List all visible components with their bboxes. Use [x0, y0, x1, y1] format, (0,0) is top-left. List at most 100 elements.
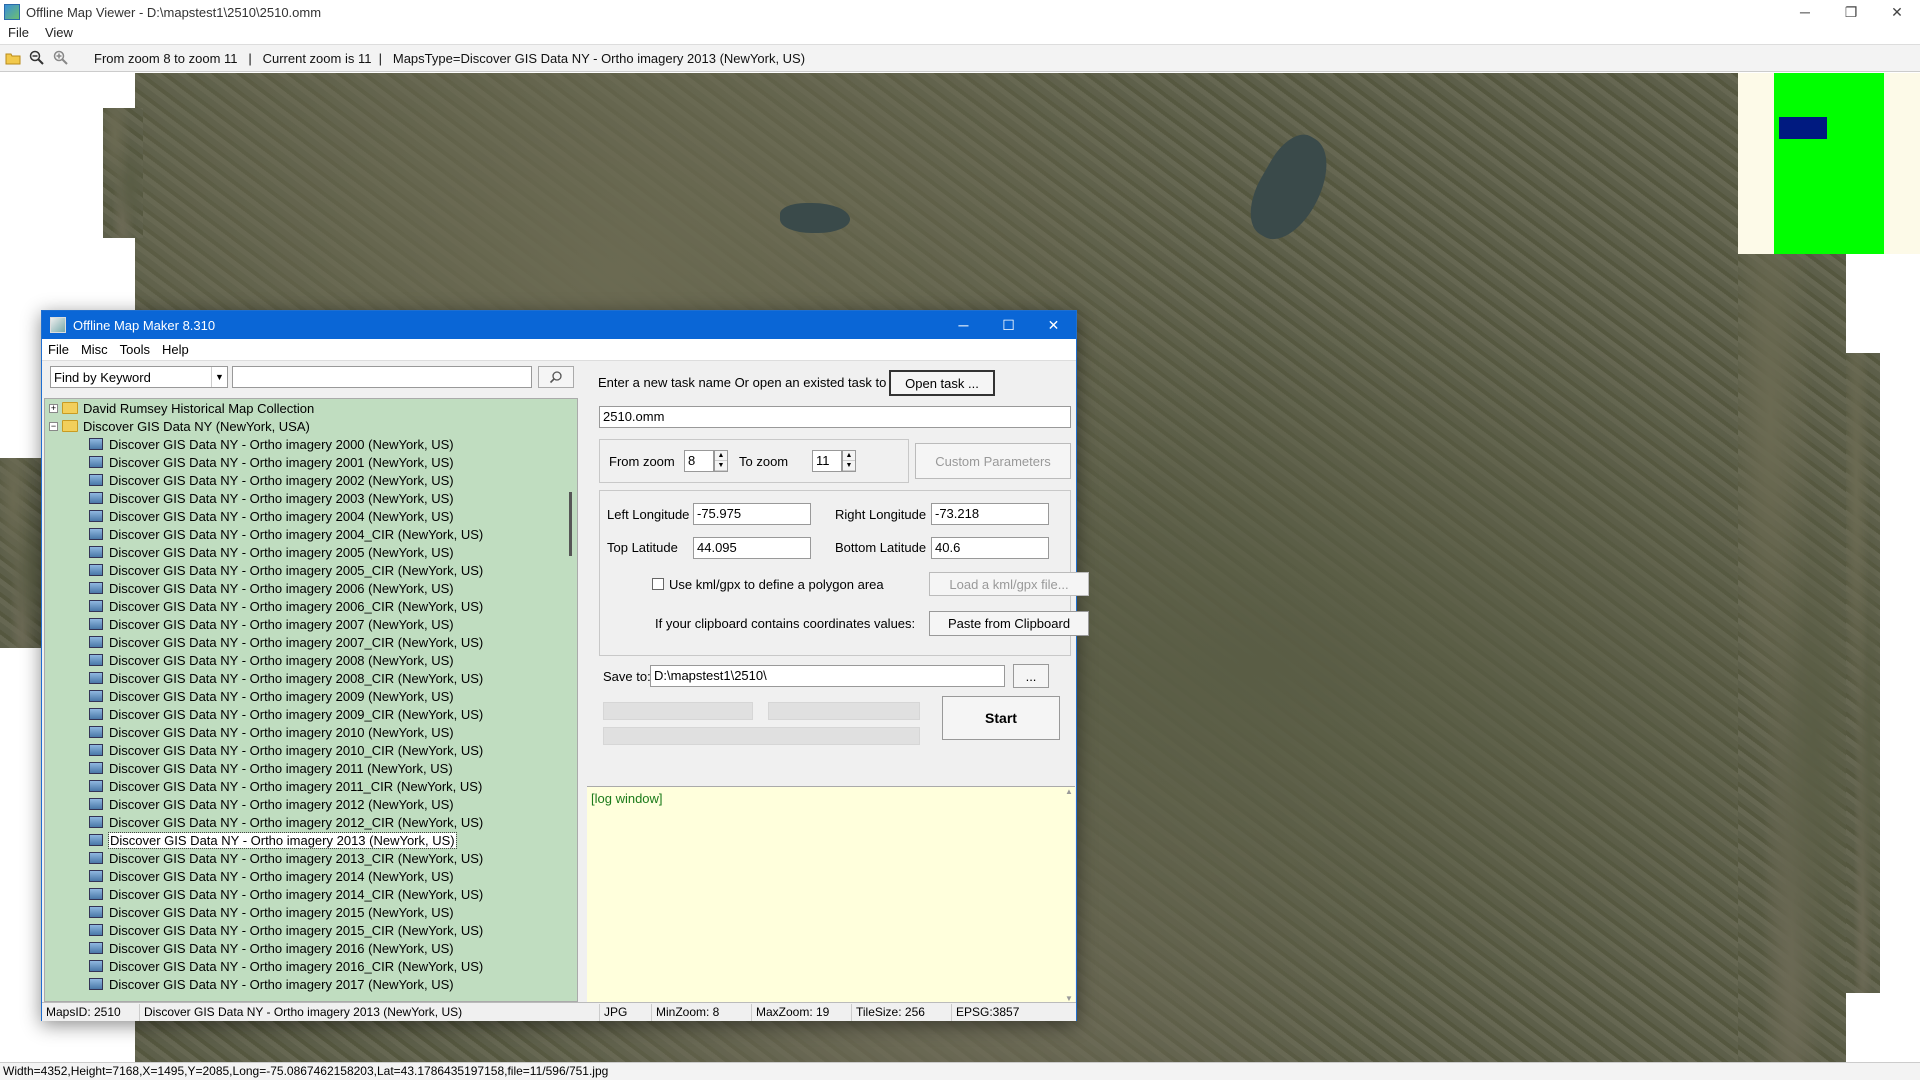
to-zoom-stepper[interactable]: ▲ ▼ — [842, 450, 856, 472]
tree-map-item[interactable]: Discover GIS Data NY - Ortho imagery 200… — [45, 597, 577, 615]
tree-map-item[interactable]: Discover GIS Data NY - Ortho imagery 201… — [45, 921, 577, 939]
right-longitude-input[interactable]: -73.218 — [931, 503, 1049, 525]
dialog-minimize-button[interactable]: ─ — [941, 311, 986, 339]
paste-from-clipboard-button[interactable]: Paste from Clipboard — [929, 611, 1089, 636]
use-kml-label: Use kml/gpx to define a polygon area — [669, 577, 884, 592]
tree-map-item[interactable]: Discover GIS Data NY - Ortho imagery 201… — [45, 903, 577, 921]
tree-map-item[interactable]: Discover GIS Data NY - Ortho imagery 201… — [45, 975, 577, 993]
tree-map-item[interactable]: Discover GIS Data NY - Ortho imagery 200… — [45, 435, 577, 453]
browse-button[interactable]: ... — [1013, 664, 1049, 688]
tree-map-item[interactable]: Discover GIS Data NY - Ortho imagery 200… — [45, 561, 577, 579]
minimize-button[interactable]: ─ — [1782, 0, 1828, 24]
tree-map-item[interactable]: Discover GIS Data NY - Ortho imagery 201… — [45, 777, 577, 795]
tree-map-item[interactable]: Discover GIS Data NY - Ortho imagery 201… — [45, 741, 577, 759]
tree-map-item[interactable]: Discover GIS Data NY - Ortho imagery 201… — [45, 759, 577, 777]
tree-map-label: Discover GIS Data NY - Ortho imagery 200… — [109, 508, 454, 524]
dialog-menu-file[interactable]: File — [42, 342, 75, 357]
dialog-close-button[interactable]: ✕ — [1031, 311, 1076, 339]
tree-map-label: Discover GIS Data NY - Ortho imagery 201… — [109, 940, 454, 956]
spin-down-icon[interactable]: ▼ — [715, 461, 727, 471]
tree-expander-icon[interactable]: + — [49, 403, 58, 413]
tree-map-label: Discover GIS Data NY - Ortho imagery 200… — [109, 544, 454, 560]
tree-map-item[interactable]: Discover GIS Data NY - Ortho imagery 200… — [45, 543, 577, 561]
status-map-name: Discover GIS Data NY - Ortho imagery 201… — [140, 1003, 600, 1021]
save-path-input[interactable]: D:\mapstest1\2510\ — [650, 665, 1005, 687]
tree-map-item[interactable]: Discover GIS Data NY - Ortho imagery 200… — [45, 669, 577, 687]
status-maps-id: MapsID: 2510 — [42, 1003, 140, 1021]
search-input[interactable] — [232, 366, 532, 388]
tree-map-item[interactable]: Discover GIS Data NY - Ortho imagery 201… — [45, 813, 577, 831]
tree-scrollbar-thumb[interactable] — [569, 492, 572, 556]
clipboard-label: If your clipboard contains coordinates v… — [655, 616, 916, 631]
tree-map-item[interactable]: Discover GIS Data NY - Ortho imagery 200… — [45, 579, 577, 597]
tree-map-item[interactable]: Discover GIS Data NY - Ortho imagery 201… — [45, 939, 577, 957]
tree-map-item[interactable]: Discover GIS Data NY - Ortho imagery 201… — [45, 849, 577, 867]
from-zoom-stepper[interactable]: ▲ ▼ — [714, 450, 728, 472]
zoom-out-icon[interactable] — [26, 47, 48, 69]
maximize-button[interactable]: ❐ — [1828, 0, 1874, 24]
dialog-maximize-button[interactable]: ☐ — [986, 311, 1031, 339]
tree-map-item[interactable]: Discover GIS Data NY - Ortho imagery 200… — [45, 705, 577, 723]
find-mode-select[interactable]: Find by Keyword ▼ — [50, 366, 228, 388]
tree-map-item[interactable]: Discover GIS Data NY - Ortho imagery 201… — [45, 831, 577, 849]
dialog-menu-misc[interactable]: Misc — [75, 342, 114, 357]
tree-map-item[interactable]: Discover GIS Data NY - Ortho imagery 201… — [45, 795, 577, 813]
close-button[interactable]: ✕ — [1874, 0, 1920, 24]
tree-map-label: Discover GIS Data NY - Ortho imagery 200… — [109, 706, 484, 722]
spin-up-icon[interactable]: ▲ — [843, 451, 855, 461]
dialog-menu-help[interactable]: Help — [156, 342, 195, 357]
tree-scrollbar[interactable] — [565, 399, 577, 1001]
tree-map-item[interactable]: Discover GIS Data NY - Ortho imagery 200… — [45, 507, 577, 525]
to-zoom-input[interactable]: 11 — [812, 450, 842, 472]
tree-map-item[interactable]: Discover GIS Data NY - Ortho imagery 200… — [45, 489, 577, 507]
log-window[interactable]: [log window] ▲ ▼ — [587, 786, 1075, 1003]
map-layer-icon — [89, 618, 103, 630]
dialog-menu-tools[interactable]: Tools — [114, 342, 156, 357]
search-button[interactable] — [538, 366, 574, 388]
tree-map-item[interactable]: Discover GIS Data NY - Ortho imagery 200… — [45, 525, 577, 543]
chevron-down-icon[interactable]: ▼ — [211, 367, 227, 387]
open-task-button[interactable]: Open task ... — [889, 370, 995, 396]
log-scrollbar[interactable]: ▲ ▼ — [1063, 787, 1075, 1003]
from-zoom-input[interactable]: 8 — [684, 450, 714, 472]
from-zoom-label: From zoom — [609, 454, 675, 469]
tree-map-label: Discover GIS Data NY - Ortho imagery 201… — [109, 850, 484, 866]
tree-map-item[interactable]: Discover GIS Data NY - Ortho imagery 200… — [45, 453, 577, 471]
tree-map-item[interactable]: Discover GIS Data NY - Ortho imagery 201… — [45, 885, 577, 903]
start-button[interactable]: Start — [942, 696, 1060, 740]
use-kml-checkbox[interactable] — [652, 578, 664, 590]
dialog-title: Offline Map Maker 8.310 — [73, 317, 216, 333]
tree-map-item[interactable]: Discover GIS Data NY - Ortho imagery 200… — [45, 633, 577, 651]
bottom-latitude-input[interactable]: 40.6 — [931, 537, 1049, 559]
menu-view[interactable]: View — [37, 25, 81, 40]
minimap-viewport[interactable] — [1779, 117, 1827, 139]
tree-map-item[interactable]: Discover GIS Data NY - Ortho imagery 200… — [45, 687, 577, 705]
spin-up-icon[interactable]: ▲ — [715, 451, 727, 461]
map-layer-icon — [89, 960, 103, 972]
menu-file[interactable]: File — [0, 25, 37, 40]
satellite-tile-block — [103, 108, 143, 238]
tree-map-item[interactable]: Discover GIS Data NY - Ortho imagery 200… — [45, 651, 577, 669]
status-format: JPG — [600, 1003, 652, 1021]
tree-map-label: Discover GIS Data NY - Ortho imagery 201… — [109, 922, 484, 938]
tree-folder-row[interactable]: + David Rumsey Historical Map Collection — [45, 399, 577, 417]
tree-map-item[interactable]: Discover GIS Data NY - Ortho imagery 201… — [45, 867, 577, 885]
custom-parameters-button[interactable]: Custom Parameters — [915, 443, 1071, 479]
top-latitude-input[interactable]: 44.095 — [693, 537, 811, 559]
spin-down-icon[interactable]: ▼ — [843, 461, 855, 471]
tree-map-label: Discover GIS Data NY - Ortho imagery 200… — [109, 688, 454, 704]
task-name-input[interactable]: 2510.omm — [599, 406, 1071, 428]
tree-map-item[interactable]: Discover GIS Data NY - Ortho imagery 201… — [45, 957, 577, 975]
zoom-in-icon[interactable] — [50, 47, 72, 69]
overview-minimap[interactable] — [1738, 73, 1920, 254]
left-longitude-input[interactable]: -75.975 — [693, 503, 811, 525]
load-kml-button[interactable]: Load a kml/gpx file... — [929, 572, 1089, 596]
tree-expander-icon[interactable]: − — [49, 421, 58, 431]
open-folder-icon[interactable] — [2, 47, 24, 69]
tree-folder-row[interactable]: − Discover GIS Data NY (NewYork, USA) — [45, 417, 577, 435]
tree-map-item[interactable]: Discover GIS Data NY - Ortho imagery 200… — [45, 471, 577, 489]
map-source-tree[interactable]: + David Rumsey Historical Map Collection −… — [44, 398, 578, 1002]
dialog-titlebar[interactable]: Offline Map Maker 8.310 ─ ☐ ✕ — [42, 311, 1076, 339]
tree-map-item[interactable]: Discover GIS Data NY - Ortho imagery 201… — [45, 723, 577, 741]
tree-map-item[interactable]: Discover GIS Data NY - Ortho imagery 200… — [45, 615, 577, 633]
